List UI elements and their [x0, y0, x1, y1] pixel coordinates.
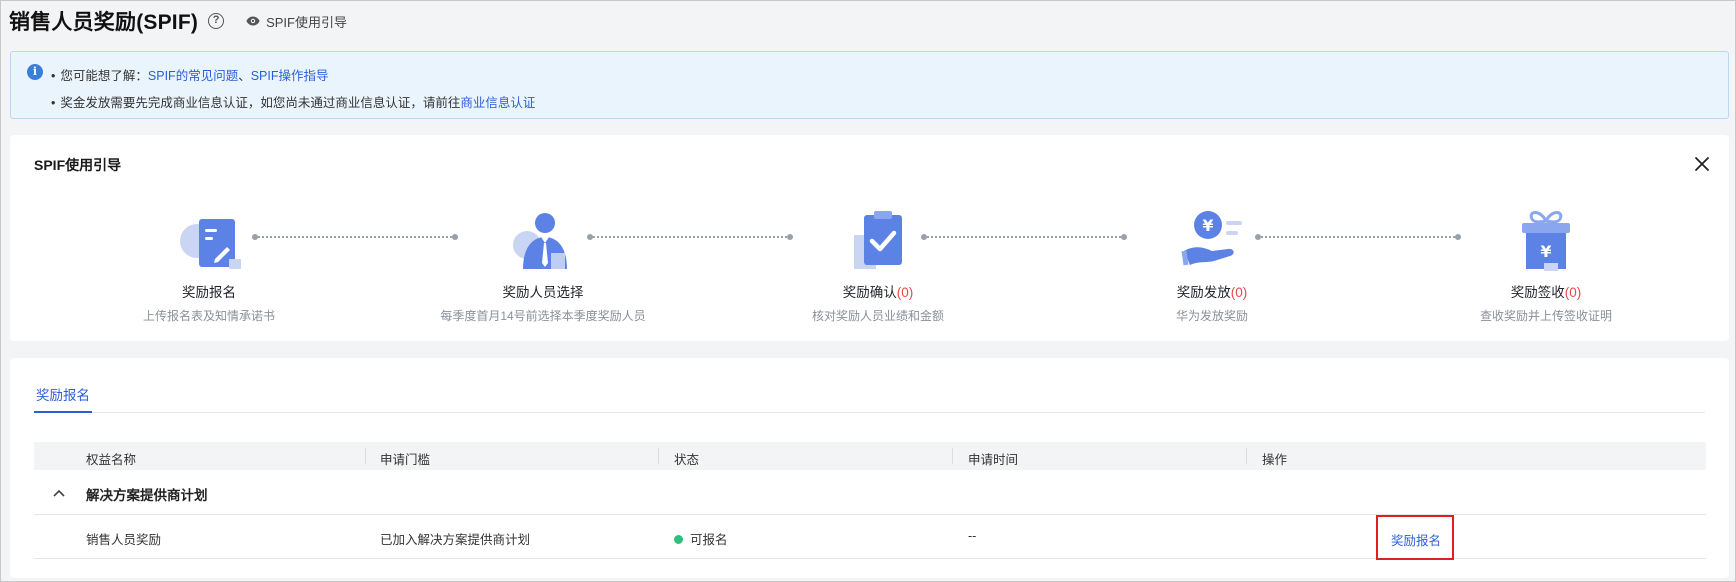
step-receipt: ¥ 奖励签收(0) 查收奖励并上传签收证明 — [1426, 207, 1666, 324]
spif-guide-card: SPIF使用引导 奖励报名 上传报名表及知情承诺书 奖励人员选择 每季度首月14… — [10, 135, 1729, 341]
banner-separator: 、 — [238, 69, 251, 83]
column-header-status: 状态 — [674, 453, 700, 467]
column-header-time: 申请时间 — [968, 453, 1019, 467]
document-edit-icon — [180, 219, 241, 269]
step-confirm-count: (0) — [896, 285, 914, 300]
column-divider — [365, 448, 366, 464]
chevron-up-icon[interactable] — [52, 486, 66, 500]
step-receipt-label: 奖励签收 — [1510, 285, 1565, 300]
page-title: 销售人员奖励(SPIF) — [9, 11, 199, 34]
spif-guide-label: SPIF使用引导 — [266, 14, 347, 30]
step-payout-label: 奖励发放 — [1176, 285, 1231, 300]
hand-yuan-icon: ¥ — [1181, 211, 1242, 266]
cell-threshold: 已加入解决方案提供商计划 — [380, 533, 531, 547]
group-name: 解决方案提供商计划 — [86, 488, 208, 503]
eye-icon — [246, 16, 260, 26]
info-banner: i • 您可能想了解：SPIF的常见问题、SPIF操作指导 • 奖金发放需要先完成商… — [10, 51, 1729, 119]
step-receipt-desc: 查收奖励并上传签收证明 — [1479, 309, 1612, 323]
status-dot — [674, 535, 683, 544]
page-header: 销售人员奖励(SPIF) ? SPIF使用引导 — [9, 7, 347, 35]
cell-status: 可报名 — [674, 529, 728, 548]
tab-enrollment[interactable]: 奖励报名 — [34, 384, 92, 413]
guide-title: SPIF使用引导 — [34, 157, 122, 173]
column-header-action: 操作 — [1262, 453, 1288, 467]
step-select-person: 奖励人员选择 每季度首月14号前选择本季度奖励人员 — [423, 207, 663, 324]
spif-faq-link[interactable]: SPIF的常见问题 — [148, 69, 238, 83]
banner-cert-prefix: 奖金发放需要先完成商业信息认证，如您尚未通过商业信息认证，请前往 — [60, 96, 461, 110]
column-divider — [1246, 448, 1247, 464]
step-confirm-label: 奖励确认 — [842, 285, 897, 300]
step-enroll-desc: 上传报名表及知情承诺书 — [142, 309, 275, 323]
close-icon[interactable] — [1693, 155, 1711, 173]
question-circle-icon[interactable]: ? — [208, 13, 225, 29]
column-divider — [658, 448, 659, 464]
spif-guide-link[interactable]: SPIF使用引导 — [246, 12, 347, 31]
enroll-reward-link[interactable]: 奖励报名 — [1391, 530, 1441, 549]
banner-faq-prefix: 您可能想了解： — [60, 69, 148, 83]
highlight-box: 奖励报名 — [1376, 515, 1454, 560]
page-frame: 销售人员奖励(SPIF) ? SPIF使用引导 i • 您可能想了解：SPIF的常… — [0, 0, 1736, 582]
business-certification-link[interactable]: 商业信息认证 — [460, 96, 535, 110]
step-receipt-count: (0) — [1564, 285, 1582, 300]
step-payout-count: (0) — [1230, 285, 1248, 300]
banner-line-faq: • 您可能想了解：SPIF的常见问题、SPIF操作指导 — [51, 69, 329, 83]
step-confirm-desc: 核对奖励人员业绩和金额 — [811, 309, 944, 323]
banner-line-certification: • 奖金发放需要先完成商业信息认证，如您尚未通过商业信息认证，请前往商业信息认证 — [51, 96, 536, 110]
column-divider — [952, 448, 953, 464]
table-row: 销售人员奖励 已加入解决方案提供商计划 可报名 -- 奖励报名 — [34, 515, 1706, 560]
svg-text:¥: ¥ — [1202, 216, 1213, 235]
step-payout: ¥ 奖励发放(0) 华为发放奖励 — [1092, 207, 1332, 324]
person-select-icon — [513, 213, 567, 269]
clipboard-check-icon — [854, 211, 902, 269]
column-header-name: 权益名称 — [86, 453, 137, 467]
step-payout-desc: 华为发放奖励 — [1175, 309, 1248, 323]
step-enroll: 奖励报名 上传报名表及知情承诺书 — [89, 207, 329, 324]
step-confirm: 奖励确认(0) 核对奖励人员业绩和金额 — [758, 207, 998, 324]
table-header: 权益名称 申请门槛 状态 申请时间 操作 — [34, 442, 1706, 470]
column-header-threshold: 申请门槛 — [380, 453, 431, 467]
cell-benefit-name: 销售人员奖励 — [86, 533, 162, 547]
step-select-label: 奖励人员选择 — [502, 285, 584, 300]
info-icon: i — [27, 64, 43, 80]
svg-text:¥: ¥ — [1540, 242, 1551, 261]
spif-guide-doc-link[interactable]: SPIF操作指导 — [251, 69, 329, 83]
enrollment-card: 奖励报名 权益名称 申请门槛 状态 申请时间 操作 解决方案提供商计划 销售人员… — [10, 358, 1729, 578]
step-select-desc: 每季度首月14号前选择本季度奖励人员 — [440, 309, 646, 323]
cell-apply-time: -- — [968, 529, 977, 543]
step-enroll-label: 奖励报名 — [182, 285, 236, 300]
tab-bar: 奖励报名 — [34, 384, 1705, 413]
table-group-row: 解决方案提供商计划 — [34, 470, 1706, 515]
status-text: 可报名 — [690, 533, 728, 547]
gift-yuan-icon: ¥ — [1522, 211, 1570, 271]
